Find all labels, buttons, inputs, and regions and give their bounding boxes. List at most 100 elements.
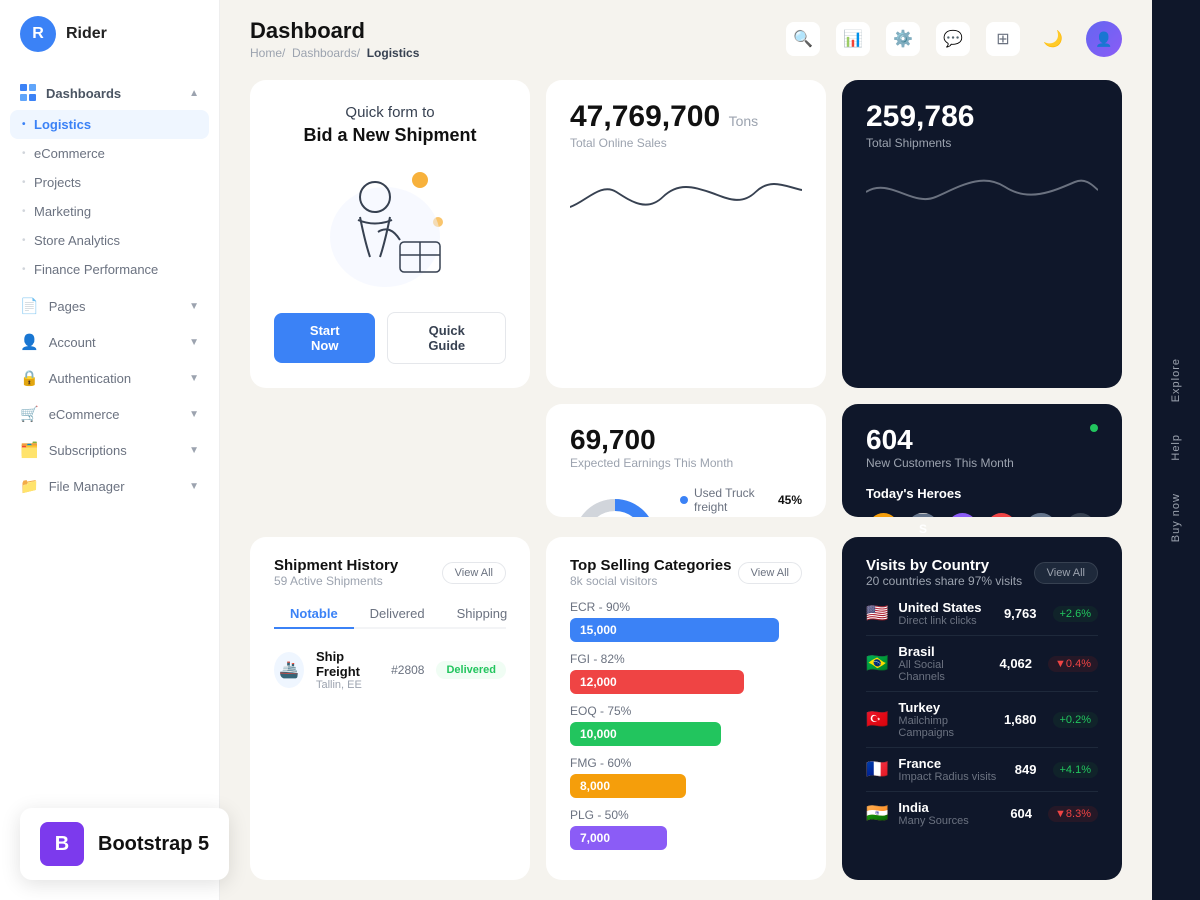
total-sales-card: 47,769,700 Tons Total Online Sales (546, 80, 826, 388)
sidebar-item-ecommerce-main[interactable]: 🛒 eCommerce ▼ (0, 396, 219, 432)
us-flag: 🇺🇸 (866, 603, 888, 624)
total-shipments-label: Total Shipments (866, 136, 1098, 150)
page-title: Dashboard (250, 18, 419, 44)
in-source: Many Sources (898, 815, 1000, 827)
total-sales-chart (570, 162, 802, 222)
bar-fgi-track: 12,000 (570, 670, 744, 694)
shipment-tabs: Notable Delivered Shipping (274, 600, 506, 629)
sidebar-item-ecommerce[interactable]: eCommerce (0, 139, 219, 168)
sidebar-item-file-manager[interactable]: 📁 File Manager ▼ (0, 468, 219, 504)
sidebar-item-projects[interactable]: Projects (0, 168, 219, 197)
sidebar-item-finance-performance[interactable]: Finance Performance (0, 255, 219, 284)
heroes-avatars: A S S P +42 (866, 511, 1098, 517)
visits-view-all-button[interactable]: View All (1034, 562, 1098, 584)
freight-donut-chart (570, 495, 660, 517)
bottom-cards-row: Shipment History 59 Active Shipments Vie… (220, 537, 1152, 900)
analytics-button[interactable]: 📊 (836, 22, 870, 56)
buy-now-button[interactable]: Buy now (1162, 477, 1190, 558)
bar-fmg-label: FMG - 60% (570, 756, 802, 770)
selling-view-all-button[interactable]: View All (738, 562, 802, 584)
shipments-value-row: 259,786 (866, 100, 1098, 134)
quick-guide-button[interactable]: Quick Guide (387, 312, 506, 364)
total-sales-value-row: 47,769,700 Tons (570, 100, 802, 134)
header: Dashboard Home/ Dashboards/ Logistics 🔍 … (220, 0, 1152, 70)
sidebar-item-account[interactable]: 👤 Account ▼ (0, 324, 219, 360)
right-panel: Explore Help Buy now (1152, 0, 1200, 900)
start-now-button[interactable]: Start Now (274, 313, 375, 363)
bar-eoq-track: 10,000 (570, 722, 721, 746)
truck-dot (680, 496, 688, 504)
tab-notable[interactable]: Notable (274, 600, 354, 629)
shipment-view-all-button[interactable]: View All (442, 562, 506, 584)
tab-shipping[interactable]: Shipping (441, 600, 524, 629)
tr-name: Turkey (898, 700, 994, 715)
total-sales-unit: Tons (729, 113, 759, 129)
settings-button[interactable]: ⚙️ (886, 22, 920, 56)
header-actions: 🔍 📊 ⚙️ 💬 ⊞ 🌙 👤 (786, 21, 1122, 57)
tr-flag: 🇹🇷 (866, 709, 888, 730)
bar-charts: ECR - 90% 15,000 FGI - 82% 12,000 EOQ - … (570, 600, 802, 850)
tab-delivered[interactable]: Delivered (354, 600, 441, 629)
country-br: 🇧🇷 Brasil All Social Channels 4,062 ▼0.4… (866, 636, 1098, 692)
selling-subtitle: 8k social visitors (570, 574, 731, 588)
bar-eoq-value: 10,000 (580, 727, 617, 741)
bar-eoq-label: EOQ - 75% (570, 704, 802, 718)
form-subtitle: Bid a New Shipment (303, 125, 476, 146)
sidebar-dashboards-header[interactable]: Dashboards ▲ (0, 76, 219, 110)
user-avatar[interactable]: 👤 (1086, 21, 1122, 57)
avatar-2: S (905, 511, 940, 517)
logo-name: Rider (66, 25, 107, 43)
sidebar-item-subscriptions[interactable]: 🗂️ Subscriptions ▼ (0, 432, 219, 468)
shipment-history-card: Shipment History 59 Active Shipments Vie… (250, 537, 530, 880)
file-manager-icon: 📁 (20, 477, 39, 495)
bar-fgi-label: FGI - 82% (570, 652, 802, 666)
search-button[interactable]: 🔍 (786, 22, 820, 56)
sidebar-dashboards-section: Dashboards ▲ Logistics eCommerce Project… (0, 72, 219, 288)
us-source: Direct link clicks (898, 615, 994, 627)
auth-chevron: ▼ (189, 373, 199, 384)
sidebar-item-logistics[interactable]: Logistics (10, 110, 209, 139)
truck-freight-legend: Used Truck freight 45% (680, 486, 802, 514)
explore-button[interactable]: Explore (1162, 342, 1190, 418)
earnings-label: Expected Earnings This Month (570, 456, 802, 470)
breadcrumb: Home/ Dashboards/ Logistics (250, 46, 419, 60)
fr-visits: 849 (1015, 762, 1037, 777)
sidebar-item-marketing[interactable]: Marketing (0, 197, 219, 226)
main-content: Dashboard Home/ Dashboards/ Logistics 🔍 … (220, 0, 1152, 900)
visits-header: Visits by Country 20 countries share 97%… (866, 557, 1098, 588)
br-source: All Social Channels (898, 659, 989, 683)
us-name: United States (898, 600, 994, 615)
fr-source: Impact Radius visits (898, 771, 1004, 783)
bid-illustration-svg (310, 162, 470, 292)
ship-id: #2808 (391, 663, 424, 677)
account-icon: 👤 (20, 333, 39, 351)
fr-flag: 🇫🇷 (866, 759, 888, 780)
avatar-more: +42 (1063, 511, 1098, 517)
dashboards-icon (20, 84, 38, 102)
help-button[interactable]: Help (1162, 418, 1190, 477)
fr-change: +4.1% (1053, 762, 1099, 778)
messages-button[interactable]: 💬 (936, 22, 970, 56)
sidebar-item-store-analytics[interactable]: Store Analytics (0, 226, 219, 255)
dark-mode-toggle[interactable]: 🌙 (1036, 22, 1070, 56)
sidebar-item-pages[interactable]: 📄 Pages ▼ (0, 288, 219, 324)
bar-ecr-value: 15,000 (580, 623, 617, 637)
grid-button[interactable]: ⊞ (986, 22, 1020, 56)
customers-card: 604 New Customers This Month Today's Her… (842, 404, 1122, 517)
avatar-4: P (984, 511, 1019, 517)
total-shipments-value: 259,786 (866, 100, 974, 133)
heroes-label: Today's Heroes (866, 486, 1098, 501)
donut-container: Used Truck freight 45% Used Ship freight… (570, 486, 802, 517)
bootstrap-badge: B Bootstrap 5 (20, 808, 229, 880)
sidebar: R Rider Dashboards ▲ Logistics eCommerce… (0, 0, 220, 900)
shipment-item: 🚢 Ship Freight Tallin, EE #2808 Delivere… (274, 641, 506, 699)
top-cards-grid: Quick form to Bid a New Shipment (220, 70, 1152, 537)
bar-plg-track: 7,000 (570, 826, 667, 850)
sidebar-item-authentication[interactable]: 🔒 Authentication ▼ (0, 360, 219, 396)
earnings-card: 69,700 Expected Earnings This Month (546, 404, 826, 517)
bar-ecr-track: 15,000 (570, 618, 779, 642)
country-list: 🇺🇸 United States Direct link clicks 9,76… (866, 592, 1098, 835)
customers-value: 604 (866, 424, 1014, 456)
fr-name: France (898, 756, 1004, 771)
bar-fmg: FMG - 60% 8,000 (570, 756, 802, 798)
